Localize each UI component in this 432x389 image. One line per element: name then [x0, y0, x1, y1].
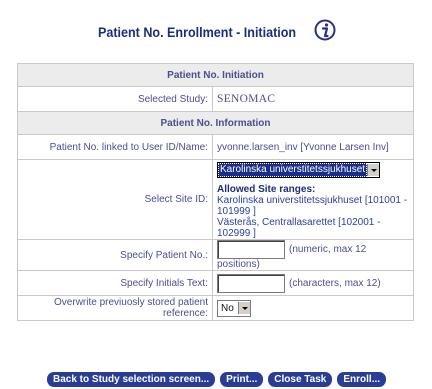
- patient-no-row: Specify Patient No.: (numeric, max 12 po…: [17, 238, 414, 272]
- overwrite-row: Overwrite previuosly stored patient refe…: [17, 295, 414, 322]
- initials-label: Specify Initials Text:: [17, 270, 213, 297]
- selected-study-row: Selected Study: SENOMAC: [17, 86, 414, 112]
- initiation-header-row: Patient No. Initiation: [17, 63, 414, 87]
- initials-row: Specify Initials Text: (characters, max …: [17, 270, 414, 297]
- back-to-study-selection-button[interactable]: Back to Study selection screen...: [47, 372, 216, 387]
- overwrite-label: Overwrite previuosly stored patient refe…: [17, 295, 213, 322]
- selected-study-label: Selected Study:: [17, 86, 213, 112]
- linked-user-row: Patient No. linked to User ID/Name: yvon…: [17, 134, 414, 160]
- site-row: Select Site ID: Karolinska universtitets…: [17, 159, 414, 240]
- initials-hint: (characters, max 12): [289, 277, 381, 289]
- overwrite-cell: No: [212, 295, 414, 322]
- chevron-down-icon[interactable]: [238, 302, 250, 315]
- allowed-range-item: Västerås, Centrallasarettet [102001 - 10…: [217, 217, 381, 239]
- initiation-header: Patient No. Initiation: [17, 63, 414, 87]
- linked-user-value: yvonne.larsen_inv [Yvonne Larsen Inv]: [212, 134, 414, 160]
- site-select[interactable]: Karolinska universtitetssjukhuset: [217, 162, 381, 178]
- action-buttons: Back to Study selection screen... Print.…: [47, 372, 387, 387]
- chevron-down-icon[interactable]: [367, 164, 380, 176]
- title-row: Patient No. Enrollment - Initiation: [0, 16, 432, 48]
- overwrite-select[interactable]: No: [217, 299, 251, 317]
- initials-input[interactable]: [217, 273, 285, 293]
- site-select-value: Karolinska universtitetssjukhuset: [218, 163, 368, 177]
- site-label: Select Site ID:: [17, 159, 213, 240]
- site-cell: Karolinska universtitetssjukhuset Allowe…: [212, 159, 414, 240]
- initials-cell: (characters, max 12): [212, 270, 414, 297]
- close-task-button[interactable]: Close Task: [268, 372, 333, 387]
- allowed-range-item: Karolinska universtitetssjukhuset [10100…: [217, 195, 408, 217]
- patient-no-label: Specify Patient No.:: [17, 238, 213, 272]
- patient-no-input[interactable]: [217, 240, 285, 259]
- enrollment-form: Patient No. Initiation Selected Study: S…: [17, 63, 414, 322]
- selected-study-value: SENOMAC: [212, 86, 414, 112]
- information-header-row: Patient No. Information: [17, 111, 414, 135]
- overwrite-select-value: No: [221, 302, 234, 314]
- linked-user-label: Patient No. linked to User ID/Name:: [17, 134, 213, 160]
- enroll-button[interactable]: Enroll...: [337, 372, 387, 387]
- allowed-ranges-title: Allowed Site ranges:: [217, 184, 316, 195]
- information-header: Patient No. Information: [17, 111, 414, 135]
- patient-no-cell: (numeric, max 12 positions): [212, 238, 414, 272]
- page-title: Patient No. Enrollment - Initiation: [98, 25, 297, 40]
- print-button[interactable]: Print...: [220, 372, 264, 387]
- info-icon[interactable]: [314, 19, 336, 41]
